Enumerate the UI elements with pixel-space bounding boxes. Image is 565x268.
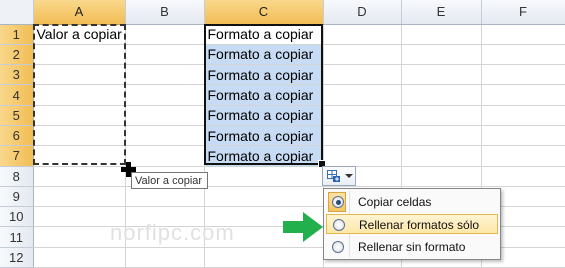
dropdown-arrow-icon: [345, 174, 353, 178]
column-header-f[interactable]: F: [481, 0, 565, 25]
column-header-d[interactable]: D: [323, 0, 402, 25]
menu-item-rellenar-sin-formato[interactable]: Rellenar sin formato: [326, 237, 498, 257]
cell-a3[interactable]: [33, 64, 126, 86]
row-header-8[interactable]: 8: [0, 166, 34, 187]
cell-a8[interactable]: [33, 166, 126, 187]
cell-e4[interactable]: [401, 84, 482, 106]
cell-e7[interactable]: [401, 145, 482, 167]
cell-f3[interactable]: [481, 64, 565, 86]
radio-icon: [333, 219, 345, 231]
select-all-corner[interactable]: [0, 0, 34, 25]
row-header-2[interactable]: 2: [0, 44, 34, 66]
menu-item-copiar-celdas[interactable]: Copiar celdas: [326, 192, 498, 212]
row-header-6[interactable]: 6: [0, 125, 34, 147]
cell-f5[interactable]: [481, 105, 565, 126]
cell-f8[interactable]: [481, 166, 565, 187]
cell-d2[interactable]: [323, 44, 402, 66]
cell-d4[interactable]: [323, 84, 402, 106]
cell-d5[interactable]: [323, 105, 402, 126]
cell-a1[interactable]: Valor a copiar: [33, 24, 126, 45]
column-header-e[interactable]: E: [401, 0, 482, 25]
menu-item-label: Rellenar sin formato: [358, 240, 466, 254]
cell-c4[interactable]: Formato a copiar: [204, 84, 324, 106]
cell-d6[interactable]: [323, 125, 402, 147]
cell-b5[interactable]: [125, 105, 205, 126]
column-header-c[interactable]: C: [204, 0, 324, 25]
cell-a5[interactable]: [33, 105, 126, 126]
radio-icon: [332, 241, 344, 253]
auto-fill-options-button[interactable]: [322, 166, 356, 186]
cell-a4[interactable]: [33, 84, 126, 106]
row-header-10[interactable]: 10: [0, 206, 34, 228]
cell-f1[interactable]: [481, 24, 565, 45]
cell-f2[interactable]: [481, 44, 565, 66]
auto-fill-options-icon: [327, 170, 340, 182]
cell-e2[interactable]: [401, 44, 482, 66]
cell-c5[interactable]: Formato a copiar: [204, 105, 324, 126]
cell-a7[interactable]: [33, 145, 126, 167]
drag-tooltip: Valor a copiar: [131, 172, 208, 189]
cell-c6[interactable]: Formato a copiar: [204, 125, 324, 147]
cell-b3[interactable]: [125, 64, 205, 86]
cell-e3[interactable]: [401, 64, 482, 86]
cell-e6[interactable]: [401, 125, 482, 147]
cell-c1[interactable]: Formato a copiar: [204, 24, 324, 45]
row-header-9[interactable]: 9: [0, 186, 34, 208]
cell-a2[interactable]: [33, 44, 126, 66]
cell-a6[interactable]: [33, 125, 126, 147]
cell-c9[interactable]: [204, 186, 324, 208]
cell-d7[interactable]: [323, 145, 402, 167]
row-header-1[interactable]: 1: [0, 24, 34, 45]
cell-a12[interactable]: [33, 247, 126, 268]
green-arrow-icon: [283, 212, 323, 242]
cell-c12[interactable]: [204, 247, 324, 268]
cell-c8[interactable]: [204, 166, 324, 187]
radio-checked-icon: [332, 196, 344, 208]
row-header-5[interactable]: 5: [0, 105, 34, 126]
cell-b12[interactable]: [125, 247, 205, 268]
column-header-b[interactable]: B: [125, 0, 205, 25]
cell-b4[interactable]: [125, 84, 205, 106]
menu-item-rellenar-formatos-solo[interactable]: Rellenar formatos sólo: [326, 214, 498, 234]
cell-b1[interactable]: [125, 24, 205, 45]
cell-c7[interactable]: Formato a copiar: [204, 145, 324, 167]
cell-e8[interactable]: [401, 166, 482, 187]
row-header-4[interactable]: 4: [0, 84, 34, 106]
auto-fill-options-menu: Copiar celdas Rellenar formatos sólo Rel…: [323, 188, 501, 260]
menu-item-label: Copiar celdas: [358, 195, 432, 209]
cell-f6[interactable]: [481, 125, 565, 147]
cell-b6[interactable]: [125, 125, 205, 147]
menu-item-label: Rellenar formatos sólo: [359, 218, 480, 232]
cell-a9[interactable]: [33, 186, 126, 208]
cell-d1[interactable]: [323, 24, 402, 45]
watermark-text: norfipc.com: [110, 220, 235, 245]
cell-f4[interactable]: [481, 84, 565, 106]
row-header-3[interactable]: 3: [0, 64, 34, 86]
cell-b7[interactable]: [125, 145, 205, 167]
cell-d3[interactable]: [323, 64, 402, 86]
row-header-7[interactable]: 7: [0, 145, 34, 167]
row-header-12[interactable]: 12: [0, 247, 34, 268]
cell-b2[interactable]: [125, 44, 205, 66]
cell-e5[interactable]: [401, 105, 482, 126]
cell-c3[interactable]: Formato a copiar: [204, 64, 324, 86]
row-header-11[interactable]: 11: [0, 226, 34, 248]
cell-f7[interactable]: [481, 145, 565, 167]
column-header-a[interactable]: A: [33, 0, 126, 25]
cell-c2[interactable]: Formato a copiar: [204, 44, 324, 66]
cell-e1[interactable]: [401, 24, 482, 45]
